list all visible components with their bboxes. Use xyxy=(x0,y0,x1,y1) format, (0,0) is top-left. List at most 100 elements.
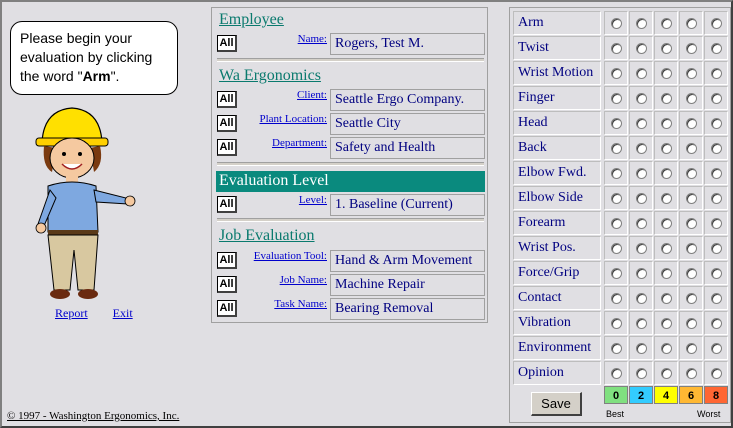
rating-radio[interactable] xyxy=(636,143,647,154)
rating-radio[interactable] xyxy=(686,243,697,254)
rating-radio[interactable] xyxy=(711,243,722,254)
rating-radio[interactable] xyxy=(611,193,622,204)
rating-radio[interactable] xyxy=(636,243,647,254)
task-name-field[interactable]: Bearing Removal xyxy=(330,298,485,320)
evaluation-tool-field[interactable]: Hand & Arm Movement xyxy=(330,250,485,272)
factor-label[interactable]: Vibration xyxy=(513,311,601,335)
job-name-field[interactable]: Machine Repair xyxy=(330,274,485,296)
rating-radio[interactable] xyxy=(636,343,647,354)
rating-radio[interactable] xyxy=(686,268,697,279)
rating-radio[interactable] xyxy=(686,18,697,29)
all-button[interactable]: All xyxy=(217,139,237,156)
rating-radio[interactable] xyxy=(636,268,647,279)
rating-radio[interactable] xyxy=(711,118,722,129)
rating-radio[interactable] xyxy=(611,343,622,354)
rating-radio[interactable] xyxy=(686,43,697,54)
rating-radio[interactable] xyxy=(686,143,697,154)
rating-radio[interactable] xyxy=(711,43,722,54)
factor-label[interactable]: Forearm xyxy=(513,211,601,235)
rating-radio[interactable] xyxy=(686,93,697,104)
level-label[interactable]: Level: xyxy=(299,194,327,206)
rating-radio[interactable] xyxy=(636,193,647,204)
all-button[interactable]: All xyxy=(217,196,237,213)
rating-radio[interactable] xyxy=(611,168,622,179)
factor-label[interactable]: Arm xyxy=(513,11,601,35)
rating-radio[interactable] xyxy=(711,318,722,329)
rating-radio[interactable] xyxy=(661,68,672,79)
rating-radio[interactable] xyxy=(661,93,672,104)
rating-radio[interactable] xyxy=(686,118,697,129)
rating-radio[interactable] xyxy=(636,93,647,104)
report-link[interactable]: Report xyxy=(55,306,88,320)
rating-radio[interactable] xyxy=(636,318,647,329)
factor-label[interactable]: Head xyxy=(513,111,601,135)
rating-radio[interactable] xyxy=(661,18,672,29)
rating-radio[interactable] xyxy=(611,243,622,254)
rating-radio[interactable] xyxy=(686,368,697,379)
job-section-title[interactable]: Job Evaluation xyxy=(219,227,315,245)
rating-radio[interactable] xyxy=(636,168,647,179)
rating-radio[interactable] xyxy=(711,18,722,29)
rating-radio[interactable] xyxy=(611,268,622,279)
rating-radio[interactable] xyxy=(711,218,722,229)
rating-radio[interactable] xyxy=(636,118,647,129)
rating-radio[interactable] xyxy=(636,68,647,79)
rating-radio[interactable] xyxy=(661,168,672,179)
factor-label[interactable]: Opinion xyxy=(513,361,601,385)
rating-radio[interactable] xyxy=(611,143,622,154)
rating-radio[interactable] xyxy=(711,93,722,104)
rating-radio[interactable] xyxy=(661,218,672,229)
factor-label[interactable]: Back xyxy=(513,136,601,160)
evaluation-tool-label[interactable]: Evaluation Tool: xyxy=(254,250,327,262)
rating-radio[interactable] xyxy=(636,293,647,304)
factor-label[interactable]: Contact xyxy=(513,286,601,310)
plant-location-label[interactable]: Plant Location: xyxy=(259,113,327,125)
rating-radio[interactable] xyxy=(611,43,622,54)
rating-radio[interactable] xyxy=(711,168,722,179)
rating-radio[interactable] xyxy=(661,193,672,204)
rating-radio[interactable] xyxy=(636,18,647,29)
rating-radio[interactable] xyxy=(611,318,622,329)
rating-radio[interactable] xyxy=(686,68,697,79)
rating-radio[interactable] xyxy=(611,93,622,104)
rating-radio[interactable] xyxy=(636,218,647,229)
rating-radio[interactable] xyxy=(611,118,622,129)
rating-radio[interactable] xyxy=(711,193,722,204)
plant-location-field[interactable]: Seattle City xyxy=(330,113,485,135)
factor-label[interactable]: Wrist Pos. xyxy=(513,236,601,260)
client-field[interactable]: Seattle Ergo Company. xyxy=(330,89,485,111)
name-field[interactable]: Rogers, Test M. xyxy=(330,33,485,55)
rating-radio[interactable] xyxy=(711,143,722,154)
factor-label[interactable]: Force/Grip xyxy=(513,261,601,285)
rating-radio[interactable] xyxy=(711,268,722,279)
department-label[interactable]: Department: xyxy=(272,137,327,149)
client-label[interactable]: Client: xyxy=(297,89,327,101)
rating-radio[interactable] xyxy=(686,218,697,229)
rating-radio[interactable] xyxy=(611,68,622,79)
rating-radio[interactable] xyxy=(661,318,672,329)
rating-radio[interactable] xyxy=(686,193,697,204)
all-button[interactable]: All xyxy=(217,115,237,132)
job-name-label[interactable]: Job Name: xyxy=(280,274,327,286)
factor-label[interactable]: Twist xyxy=(513,36,601,60)
employee-section-title[interactable]: Employee xyxy=(219,11,284,29)
rating-radio[interactable] xyxy=(661,243,672,254)
rating-radio[interactable] xyxy=(686,293,697,304)
all-button[interactable]: All xyxy=(217,252,237,269)
all-button[interactable]: All xyxy=(217,276,237,293)
factor-label[interactable]: Elbow Side xyxy=(513,186,601,210)
task-name-label[interactable]: Task Name: xyxy=(274,298,327,310)
factor-label[interactable]: Elbow Fwd. xyxy=(513,161,601,185)
rating-radio[interactable] xyxy=(661,118,672,129)
all-button[interactable]: All xyxy=(217,91,237,108)
rating-radio[interactable] xyxy=(686,168,697,179)
rating-radio[interactable] xyxy=(661,293,672,304)
factor-label[interactable]: Finger xyxy=(513,86,601,110)
rating-radio[interactable] xyxy=(611,293,622,304)
rating-radio[interactable] xyxy=(661,343,672,354)
rating-radio[interactable] xyxy=(661,268,672,279)
rating-radio[interactable] xyxy=(686,343,697,354)
rating-radio[interactable] xyxy=(611,18,622,29)
rating-radio[interactable] xyxy=(686,318,697,329)
rating-radio[interactable] xyxy=(711,293,722,304)
